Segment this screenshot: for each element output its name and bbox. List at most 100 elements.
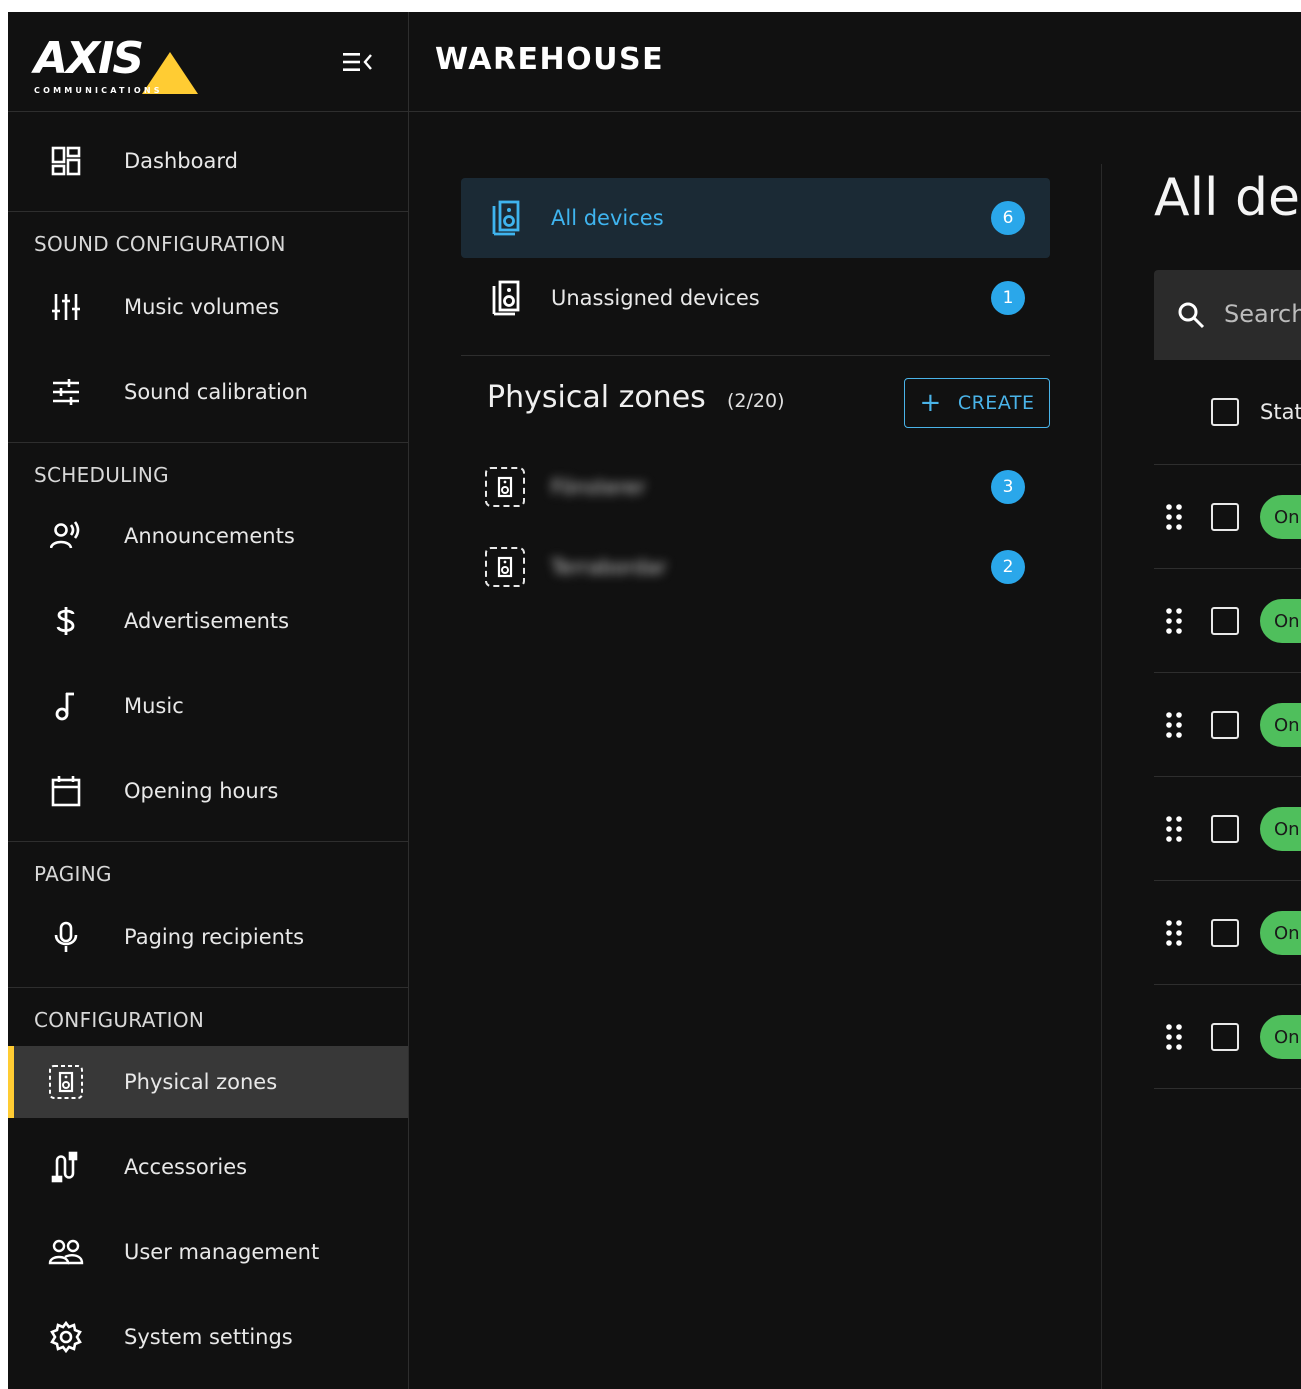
drag-handle-icon[interactable] xyxy=(1164,815,1186,843)
zone-name: Fönsterer xyxy=(551,475,646,499)
count-badge: 1 xyxy=(991,281,1025,315)
sidebar-item-paging-recipients[interactable]: Paging recipients xyxy=(8,901,408,973)
row-checkbox[interactable] xyxy=(1211,711,1239,739)
physical-zones-count: (2/20) xyxy=(727,390,785,412)
table-bottom-border xyxy=(1154,1088,1301,1089)
drag-handle-icon[interactable] xyxy=(1164,919,1186,947)
sidebar-item-label: Announcements xyxy=(124,524,295,548)
section-heading-sound-configuration: SOUND CONFIGURATION xyxy=(34,232,286,256)
devices-title: All devices xyxy=(1154,168,1301,228)
row-checkbox[interactable] xyxy=(1211,503,1239,531)
search-input[interactable] xyxy=(1224,296,1301,332)
users-icon xyxy=(48,1234,84,1270)
sidebar-item-accessories[interactable]: Accessories xyxy=(8,1131,408,1203)
menu-collapse-icon xyxy=(343,53,372,71)
speaker-icon xyxy=(489,199,523,237)
table-row[interactable]: Online xyxy=(1154,984,1301,1088)
sidebar-item-opening-hours[interactable]: Opening hours xyxy=(8,755,408,827)
plus-icon: + xyxy=(919,388,942,418)
sidebar-item-label: Advertisements xyxy=(124,609,290,633)
announcement-icon xyxy=(48,518,84,554)
unassigned-devices-item[interactable]: Unassigned devices 1 xyxy=(461,258,1050,338)
sidebar-item-music[interactable]: Music xyxy=(8,670,408,742)
row-checkbox[interactable] xyxy=(1211,1023,1239,1051)
top-bar: WAREHOUSE xyxy=(409,12,1301,112)
section-heading-configuration: CONFIGURATION xyxy=(34,1008,205,1032)
zone-item[interactable]: Fönsterer 3 xyxy=(461,455,1050,519)
status-badge: Online xyxy=(1260,703,1301,747)
row-checkbox[interactable] xyxy=(1211,607,1239,635)
speaker-icon xyxy=(489,279,523,317)
count-badge: 6 xyxy=(991,201,1025,235)
sidebar-item-label: System settings xyxy=(124,1325,293,1349)
table-row[interactable]: Online xyxy=(1154,464,1301,568)
zone-item[interactable]: Terrabordar 2 xyxy=(461,535,1050,599)
table-row[interactable]: Online xyxy=(1154,672,1301,776)
search-box xyxy=(1154,270,1301,360)
logo-row: AXIS COMMUNICATIONS xyxy=(8,12,408,112)
create-label: CREATE xyxy=(957,392,1035,414)
logo-subtitle: COMMUNICATIONS xyxy=(34,86,163,95)
sidebar-item-dashboard[interactable]: Dashboard xyxy=(8,125,408,197)
table-row[interactable]: Online xyxy=(1154,776,1301,880)
create-zone-button[interactable]: + CREATE xyxy=(904,378,1050,428)
section-heading-paging: PAGING xyxy=(34,862,112,886)
sidebar-item-user-management[interactable]: User management xyxy=(8,1216,408,1288)
sidebar-divider xyxy=(8,841,408,842)
table-row[interactable]: Online xyxy=(1154,880,1301,984)
microphone-icon xyxy=(48,919,84,955)
sidebar-item-label: Accessories xyxy=(124,1155,248,1179)
row-checkbox[interactable] xyxy=(1211,919,1239,947)
dashboard-icon xyxy=(48,143,84,179)
site-title: WAREHOUSE xyxy=(435,42,665,77)
sidebar: AXIS COMMUNICATIONS Dashboard SOUND CONF… xyxy=(8,12,409,1389)
table-row[interactable]: Online xyxy=(1154,568,1301,672)
sidebar-item-label: Opening hours xyxy=(124,779,279,803)
sidebar-item-label: User management xyxy=(124,1240,320,1264)
sidebar-item-label: Music xyxy=(124,694,184,718)
axis-logo: AXIS COMMUNICATIONS xyxy=(34,30,204,96)
zone-name: Terrabordar xyxy=(551,555,667,579)
status-badge: Online xyxy=(1260,1015,1301,1059)
sidebar-item-label: Paging recipients xyxy=(124,925,305,949)
sidebar-item-label: Sound calibration xyxy=(124,380,308,404)
sidebar-item-label: Music volumes xyxy=(124,295,280,319)
sidebar-item-label: Dashboard xyxy=(124,149,238,173)
logo-wordmark: AXIS xyxy=(34,33,144,84)
all-devices-item[interactable]: All devices 6 xyxy=(461,178,1050,258)
gear-icon xyxy=(48,1319,84,1355)
drag-handle-icon[interactable] xyxy=(1164,711,1186,739)
drag-handle-icon[interactable] xyxy=(1164,1023,1186,1051)
sidebar-divider xyxy=(8,211,408,212)
sidebar-item-advertisements[interactable]: Advertisements xyxy=(8,585,408,657)
status-badge: Online xyxy=(1260,807,1301,851)
select-all-checkbox[interactable] xyxy=(1211,398,1239,426)
count-badge: 3 xyxy=(991,470,1025,504)
drag-handle-icon[interactable] xyxy=(1164,503,1186,531)
sidebar-divider xyxy=(8,987,408,988)
sidebar-item-physical-zones[interactable]: Physical zones xyxy=(8,1046,408,1118)
row-checkbox[interactable] xyxy=(1211,815,1239,843)
unassigned-devices-label: Unassigned devices xyxy=(551,286,760,310)
sidebar-item-system-settings[interactable]: System settings xyxy=(8,1301,408,1373)
zones-divider xyxy=(461,355,1050,356)
status-badge: Online xyxy=(1260,599,1301,643)
drag-handle-icon[interactable] xyxy=(1164,607,1186,635)
sidebar-divider xyxy=(8,442,408,443)
status-badge: Online xyxy=(1260,911,1301,955)
zone-speaker-icon xyxy=(48,1064,84,1100)
search-icon xyxy=(1176,300,1206,334)
sidebar-item-announcements[interactable]: Announcements xyxy=(8,500,408,572)
sidebar-item-label: Physical zones xyxy=(124,1070,278,1094)
all-devices-label: All devices xyxy=(551,206,664,230)
sidebar-item-music-volumes[interactable]: Music volumes xyxy=(8,271,408,343)
tune-icon xyxy=(48,374,84,410)
menu-collapse-button[interactable] xyxy=(342,48,374,76)
sidebar-item-sound-calibration[interactable]: Sound calibration xyxy=(8,356,408,428)
music-note-icon xyxy=(48,688,84,724)
zone-speaker-icon xyxy=(485,467,525,507)
sliders-vertical-icon xyxy=(48,289,84,325)
status-badge: Online xyxy=(1260,495,1301,539)
status-column-header[interactable]: Status xyxy=(1260,400,1301,424)
section-heading-scheduling: SCHEDULING xyxy=(34,463,169,487)
